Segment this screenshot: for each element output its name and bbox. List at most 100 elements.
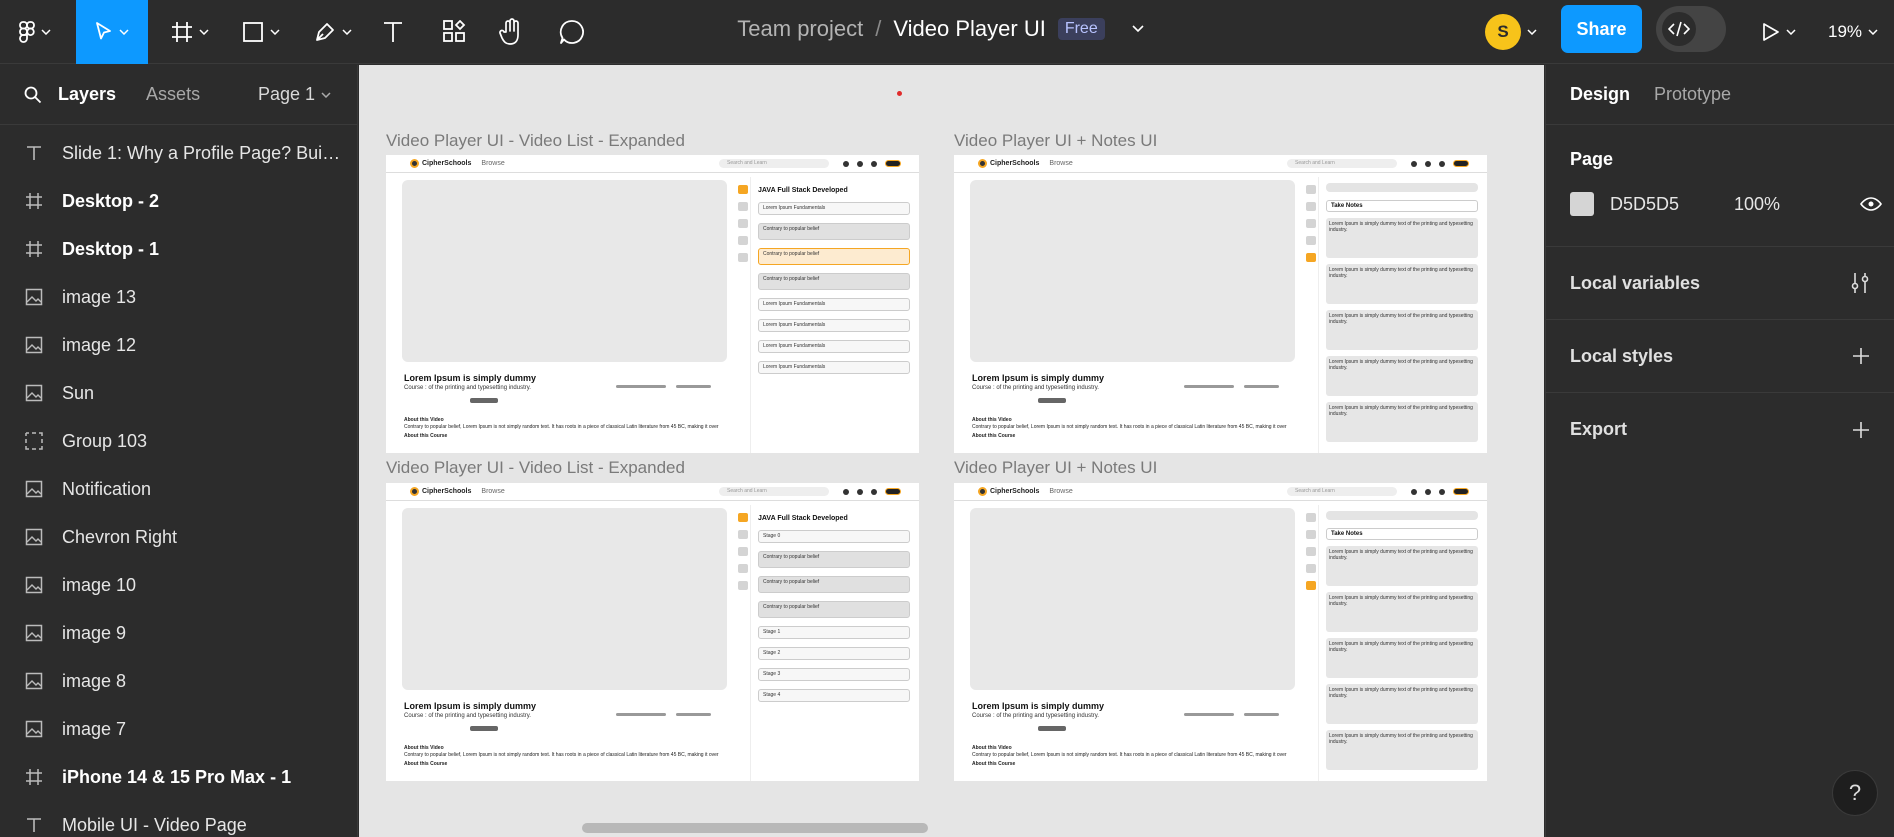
mock-placeholder-bar — [616, 385, 666, 388]
mock-placeholder-bar — [1184, 713, 1234, 716]
page-section: Page D5D5D5 100% — [1546, 125, 1894, 247]
chevron-down-icon — [1527, 29, 1537, 35]
course-list-item: Contrary to popular belief — [758, 248, 910, 265]
file-title[interactable]: Team project / Video Player UI Free — [737, 16, 1144, 42]
path-separator: / — [875, 16, 882, 41]
avatar[interactable]: S — [1485, 14, 1521, 50]
zoom-control[interactable]: 19% — [1818, 0, 1888, 64]
present-button[interactable] — [1754, 0, 1804, 64]
dev-mode-toggle[interactable] — [1656, 6, 1726, 52]
move-tool-button[interactable] — [76, 0, 148, 64]
note-card: Lorem Ipsum is simply dummy text of the … — [1326, 684, 1478, 724]
layer-item[interactable]: Desktop - 2 — [0, 177, 357, 225]
layer-item[interactable]: Chevron Right — [0, 513, 357, 561]
page-fill-row[interactable]: D5D5D5 100% — [1570, 192, 1870, 216]
course-list-item: Lorem Ipsum Fundamentals — [758, 340, 910, 353]
mock-logo-icon — [410, 159, 419, 168]
mock-logo-icon — [978, 487, 987, 496]
layer-item[interactable]: Notification — [0, 465, 357, 513]
mock-placeholder-bar — [1184, 385, 1234, 388]
layer-label: image 10 — [62, 574, 137, 595]
share-button[interactable]: Share — [1561, 5, 1642, 53]
layer-item[interactable]: image 8 — [0, 657, 357, 705]
layer-item[interactable]: Slide 1: Why a Profile Page? Build ... — [0, 129, 357, 177]
plus-icon[interactable] — [1852, 421, 1870, 439]
frame-label[interactable]: Video Player UI + Notes UI — [954, 131, 1157, 151]
layer-label: image 7 — [62, 718, 127, 739]
frame-label[interactable]: Video Player UI - Video List - Expanded — [386, 131, 685, 151]
layer-label: image 9 — [62, 622, 127, 643]
plus-icon[interactable] — [1852, 347, 1870, 365]
chevron-down-icon[interactable] — [1131, 25, 1145, 33]
course-list-item: Contrary to popular belief — [758, 223, 910, 240]
main-menu-button[interactable] — [10, 0, 60, 64]
tab-design[interactable]: Design — [1570, 84, 1630, 105]
mock-video-title: Lorem Ipsum is simply dummy — [404, 701, 537, 711]
mock-navbar: CipherSchools Browse Search and Learn — [954, 483, 1487, 501]
mock-search: Search and Learn — [1287, 159, 1397, 168]
canvas[interactable]: Video Player UI - Video List - Expanded … — [359, 65, 1544, 837]
image-icon — [24, 383, 44, 403]
image-icon — [24, 575, 44, 595]
layer-item[interactable]: Sun — [0, 369, 357, 417]
mock-brand: CipherSchools — [990, 488, 1040, 495]
layer-list: Slide 1: Why a Profile Page? Build ... De… — [0, 125, 357, 837]
mock-right-panel: JAVA Full Stack Developed Lorem Ipsum Fun… — [758, 177, 910, 453]
variables-icon[interactable] — [1850, 272, 1870, 294]
layer-item[interactable]: image 10 — [0, 561, 357, 609]
page-selector[interactable]: Page 1 — [258, 84, 331, 105]
course-heading: JAVA Full Stack Developed — [758, 515, 848, 522]
tab-assets[interactable]: Assets — [146, 84, 200, 105]
page-fill-swatch[interactable] — [1570, 192, 1594, 216]
layer-item[interactable]: Desktop - 1 — [0, 225, 357, 273]
search-icon[interactable] — [24, 86, 42, 104]
design-frame[interactable]: CipherSchools Browse Search and Learn Lo… — [954, 483, 1487, 781]
mock-sidebar — [736, 505, 751, 781]
hand-tool-button[interactable] — [495, 0, 529, 64]
tab-prototype[interactable]: Prototype — [1654, 84, 1731, 105]
help-button[interactable]: ? — [1832, 770, 1878, 816]
text-tool-button[interactable] — [378, 0, 408, 64]
layer-label: Notification — [62, 478, 152, 499]
chevron-down-icon — [41, 29, 51, 35]
frame-label[interactable]: Video Player UI + Notes UI — [954, 458, 1157, 478]
course-list-item: Contrary to popular belief — [758, 551, 910, 568]
mock-sidebar — [736, 177, 751, 453]
layer-item[interactable]: iPhone 14 & 15 Pro Max - 1 — [0, 753, 357, 801]
course-list-item: Stage 0 — [758, 530, 910, 543]
mock-logo: CipherSchools — [410, 487, 471, 496]
shape-tool-button[interactable] — [230, 0, 292, 64]
layer-item[interactable]: image 12 — [0, 321, 357, 369]
layer-item[interactable]: image 9 — [0, 609, 357, 657]
layer-item[interactable]: image 13 — [0, 273, 357, 321]
local-styles-section[interactable]: Local styles — [1546, 320, 1894, 393]
page-fill-hex[interactable]: D5D5D5 — [1610, 194, 1679, 215]
frame-tool-button[interactable] — [160, 0, 220, 64]
layer-item[interactable]: Group 103 — [0, 417, 357, 465]
resources-tool-button[interactable] — [438, 0, 470, 64]
export-section[interactable]: Export — [1546, 393, 1894, 466]
page-fill-opacity[interactable]: 100% — [1734, 194, 1780, 215]
course-list-item: Contrary to popular belief — [758, 273, 910, 290]
design-frame[interactable]: CipherSchools Browse Search and Learn Lo… — [386, 155, 919, 453]
comment-tool-button[interactable] — [556, 0, 588, 64]
tab-layers[interactable]: Layers — [58, 84, 116, 105]
layer-item[interactable]: Mobile UI - Video Page — [0, 801, 357, 837]
file-name[interactable]: Video Player UI — [893, 16, 1045, 42]
layer-item[interactable]: image 7 — [0, 705, 357, 753]
local-variables-section[interactable]: Local variables — [1546, 247, 1894, 320]
design-frame[interactable]: CipherSchools Browse Search and Learn Lo… — [954, 155, 1487, 453]
page-selector-label: Page 1 — [257, 84, 315, 104]
pen-tool-button[interactable] — [303, 0, 363, 64]
multiplayer-avatars[interactable]: S — [1476, 0, 1546, 64]
mock-navbar: CipherSchools Browse Search and Learn — [954, 155, 1487, 173]
horizontal-scrollbar[interactable] — [582, 823, 928, 833]
figma-editor: Team project / Video Player UI Free S Sh… — [0, 0, 1894, 837]
project-name[interactable]: Team project — [737, 16, 863, 42]
design-frame[interactable]: CipherSchools Browse Search and Learn Lo… — [386, 483, 919, 781]
dev-mode-knob — [1662, 12, 1696, 46]
mock-about-video: About this Video — [972, 745, 1012, 751]
eye-icon[interactable] — [1860, 197, 1882, 211]
mock-browse: Browse — [1049, 160, 1073, 167]
frame-label[interactable]: Video Player UI - Video List - Expanded — [386, 458, 685, 478]
